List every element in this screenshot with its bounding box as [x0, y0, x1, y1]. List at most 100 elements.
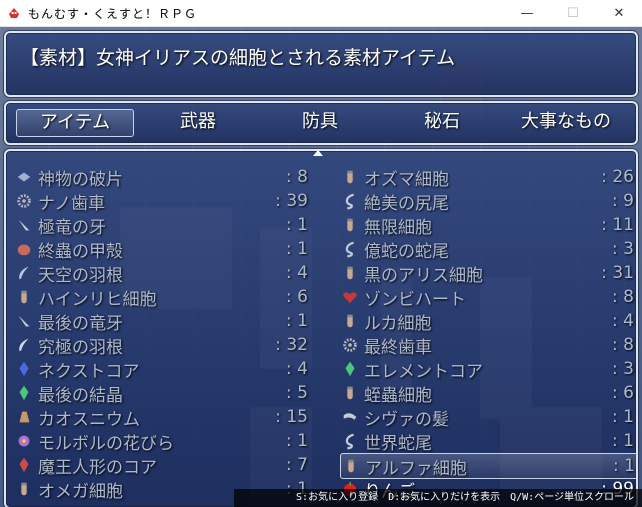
control-hint-bar: S:お気に入り登録 D:お気に入りだけを表示 Q/W:ページ単位スクロール: [234, 489, 642, 507]
item-quantity: : 39: [275, 191, 308, 211]
shell-icon: [14, 239, 34, 259]
item-name: モルボルの花びら: [38, 433, 174, 454]
list-item[interactable]: 極竜の牙 : 1: [14, 213, 314, 238]
vial-icon: [340, 383, 360, 403]
item-name: カオスニウム: [38, 409, 140, 430]
list-item[interactable]: エレメントコア : 3: [340, 357, 636, 382]
feather-icon: [14, 263, 34, 283]
tab-armor[interactable]: 防具: [262, 109, 378, 135]
list-item[interactable]: 魔王人形のコア : 7: [14, 453, 314, 478]
list-item[interactable]: 最後の竜牙: 1: [14, 309, 314, 334]
item-quantity: : 3: [612, 359, 634, 379]
tab-key-items[interactable]: 大事なもの: [508, 109, 624, 135]
game-screen: 【素材】女神イリアスの細胞とされる素材アイテム アイテム 武器 防具 秘石 大事…: [0, 27, 642, 507]
item-name: オズマ細胞: [364, 169, 449, 190]
gear-icon: [340, 335, 360, 355]
list-item[interactable]: 億蛇の蛇尾: 3: [340, 237, 636, 262]
maximize-button[interactable]: ☐: [550, 0, 596, 26]
list-item[interactable]: ゾンビハート: 8: [340, 285, 636, 310]
item-quantity: : 6: [286, 287, 308, 307]
item-name: 極竜の牙: [38, 217, 106, 238]
list-item[interactable]: ネクストコア: 4: [14, 357, 314, 382]
item-quantity: : 26: [601, 167, 634, 187]
tail-icon: [340, 431, 360, 451]
item-quantity: : 9: [612, 191, 634, 211]
crystal-icon: [14, 455, 34, 475]
tab-items[interactable]: アイテム: [16, 109, 134, 137]
title-bar: もんむす・くえすと！ＲＰＧ — ☐ ✕: [0, 0, 642, 27]
item-quantity: : 15: [275, 407, 308, 427]
list-item[interactable]: 黒のアリス細胞 : 31: [340, 261, 636, 286]
app-icon: [9, 8, 19, 18]
tail-icon: [340, 191, 360, 211]
item-name: ハインリヒ細胞: [38, 289, 157, 310]
minimize-button[interactable]: —: [504, 0, 550, 26]
vial-icon: [340, 167, 360, 187]
category-window: アイテム 武器 防具 秘石 大事なもの: [4, 101, 638, 145]
hair-icon: [340, 407, 360, 427]
item-description: 【素材】女神イリアスの細胞とされる素材アイテム: [20, 47, 456, 69]
flower-icon: [14, 431, 34, 451]
list-item[interactable]: アルファ細胞 : 1: [340, 453, 636, 479]
item-name: シヴァの髪: [364, 409, 449, 430]
item-quantity: : 1: [286, 311, 308, 331]
list-item[interactable]: カオスニウム : 15: [14, 405, 314, 430]
crystal-icon: [340, 359, 360, 379]
close-button[interactable]: ✕: [596, 0, 642, 26]
scroll-up-arrow-icon[interactable]: [313, 151, 323, 156]
list-item[interactable]: 終蟲の甲殻 : 1: [14, 237, 314, 262]
item-quantity: : 1: [613, 456, 635, 476]
list-item[interactable]: シヴァの髪 : 1: [340, 405, 636, 430]
item-quantity: : 31: [601, 263, 634, 283]
list-item[interactable]: 究極の羽根 : 32: [14, 333, 314, 358]
list-item[interactable]: モルボルの花びら : 1: [14, 429, 314, 454]
shard-icon: [14, 167, 34, 187]
item-name: 天空の羽根: [38, 265, 123, 286]
item-name: 億蛇の蛇尾: [364, 241, 449, 262]
item-name: 究極の羽根: [38, 337, 123, 358]
item-quantity: : 6: [612, 383, 634, 403]
item-name: 最終歯車: [364, 337, 432, 358]
item-quantity: : 7: [286, 455, 308, 475]
item-quantity: : 1: [286, 239, 308, 259]
list-item[interactable]: 絶美の尻尾: 9: [340, 189, 636, 214]
tail-icon: [340, 239, 360, 259]
fang-icon: [14, 215, 34, 235]
list-item[interactable]: 世界蛇尾: 1: [340, 429, 636, 454]
item-name: ルカ細胞: [364, 313, 432, 334]
item-quantity: : 1: [612, 407, 634, 427]
list-item[interactable]: ナノ歯車 : 39: [14, 189, 314, 214]
list-item[interactable]: 最終歯車: 8: [340, 333, 636, 358]
window-title: もんむす・くえすと！ＲＰＧ: [28, 6, 198, 21]
item-quantity: : 32: [275, 335, 308, 355]
list-item[interactable]: ハインリヒ細胞 : 6: [14, 285, 314, 310]
item-name: ナノ歯車: [38, 193, 106, 214]
item-quantity: : 1: [286, 431, 308, 451]
vial-icon: [340, 215, 360, 235]
gear-icon: [14, 191, 34, 211]
list-item[interactable]: 蛭蟲細胞: 6: [340, 381, 636, 406]
tab-weapons[interactable]: 武器: [140, 109, 256, 135]
list-item[interactable]: 天空の羽根: 4: [14, 261, 314, 286]
list-item[interactable]: オズマ細胞 : 26: [340, 165, 636, 190]
help-window: 【素材】女神イリアスの細胞とされる素材アイテム: [4, 31, 638, 97]
list-item[interactable]: 神物の破片: 8: [14, 165, 314, 190]
list-item[interactable]: ルカ細胞: 4: [340, 309, 636, 334]
list-item[interactable]: 無限細胞: 11: [340, 213, 636, 238]
heart-icon: [340, 287, 360, 307]
item-quantity: : 1: [286, 215, 308, 235]
tab-gems[interactable]: 秘石: [384, 109, 500, 135]
item-name: エレメントコア: [364, 361, 483, 382]
item-name: 世界蛇尾: [364, 433, 432, 454]
item-list-window: 神物の破片: 8 ナノ歯車: 39 極竜の牙: 1 終蟲の甲殻: 1 天空の羽根: 4ハ…: [4, 149, 638, 507]
item-quantity: : 8: [286, 167, 308, 187]
item-name: 黒のアリス細胞: [364, 265, 483, 286]
item-name: オメガ細胞: [38, 481, 123, 502]
item-name: 魔王人形のコア: [38, 457, 157, 478]
list-item[interactable]: 最後の結晶: 5: [14, 381, 314, 406]
item-name: 終蟲の甲殻: [38, 241, 123, 262]
ore-icon: [14, 407, 34, 427]
item-name: アルファ細胞: [365, 458, 467, 479]
item-quantity: : 4: [286, 359, 308, 379]
fang-icon: [14, 311, 34, 331]
